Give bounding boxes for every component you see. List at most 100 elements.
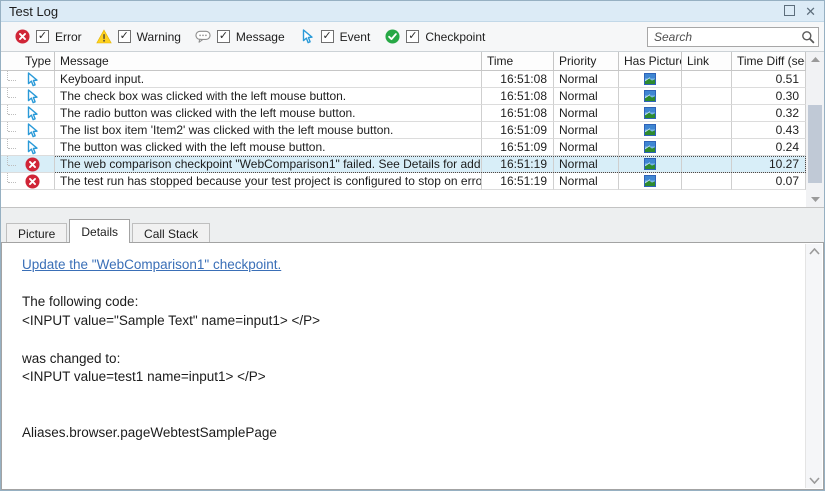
log-type-cell (1, 122, 55, 139)
log-message: The web comparison checkpoint "WebCompar… (55, 156, 482, 173)
log-priority: Normal (554, 105, 619, 122)
log-message: The button was clicked with the left mou… (55, 139, 482, 156)
log-message: The list box item 'Item2' was clicked wi… (55, 122, 482, 139)
has-picture-icon[interactable] (644, 141, 656, 153)
column-header-time-diff-sec-[interactable]: Time Diff (sec) (732, 52, 806, 70)
log-has-picture-cell (619, 71, 682, 88)
log-time: 16:51:19 (482, 156, 554, 173)
column-header-priority[interactable]: Priority (554, 52, 619, 70)
details-blank-line (22, 406, 783, 425)
tree-connector-icon (7, 71, 16, 80)
log-has-picture-cell (619, 156, 682, 173)
log-type-cell (1, 173, 55, 190)
filter-error: Error (14, 29, 82, 45)
details-scrollbar[interactable] (805, 244, 822, 488)
table-row[interactable]: The web comparison checkpoint "WebCompar… (1, 156, 806, 173)
has-picture-icon[interactable] (644, 175, 656, 187)
tree-connector-icon (7, 88, 16, 97)
column-header-has-picture[interactable]: Has Picture (619, 52, 682, 70)
details-scroll-up-icon[interactable] (809, 248, 820, 255)
log-type-cell (1, 156, 55, 173)
details-blank-line (22, 387, 783, 406)
log-time-diff: 0.30 (732, 88, 806, 105)
filter-error-checkbox[interactable] (36, 30, 49, 43)
float-window-icon (784, 5, 795, 16)
checkpoint-icon (384, 29, 400, 45)
log-has-picture-cell (619, 105, 682, 122)
log-has-picture-cell (619, 139, 682, 156)
filter-event-checkbox[interactable] (321, 30, 334, 43)
table-row[interactable]: The button was clicked with the left mou… (1, 139, 806, 156)
column-header-type[interactable]: Type (1, 52, 55, 70)
column-header-time[interactable]: Time (482, 52, 554, 70)
title-bar: Test Log ✕ (1, 1, 824, 22)
filter-message-checkbox[interactable] (217, 30, 230, 43)
tab-details[interactable]: Details (69, 219, 130, 243)
table-row[interactable]: The radio button was clicked with the le… (1, 105, 806, 122)
log-has-picture-cell (619, 88, 682, 105)
tab-picture[interactable]: Picture (6, 223, 67, 242)
tab-callstack[interactable]: Call Stack (132, 223, 210, 242)
search-box (647, 27, 819, 47)
warning-icon (96, 29, 112, 45)
tree-connector-icon (7, 139, 16, 148)
details-panel: Update the "WebComparison1" checkpoint. … (1, 242, 824, 490)
log-rows: Keyboard input. 16:51:08 Normal 0.51 The… (1, 71, 806, 190)
search-input[interactable] (647, 27, 819, 47)
log-message: The test run has stopped because your te… (55, 173, 482, 190)
log-has-picture-cell (619, 173, 682, 190)
event-icon (299, 29, 315, 45)
log-message: The radio button was clicked with the le… (55, 105, 482, 122)
filter-message: Message (195, 29, 285, 45)
table-row[interactable]: Keyboard input. 16:51:08 Normal 0.51 (1, 71, 806, 88)
details-text-line: Aliases.browser.pageWebtestSamplePage (22, 424, 783, 443)
tree-connector-icon (7, 105, 16, 114)
table-row[interactable]: The check box was clicked with the left … (1, 88, 806, 105)
filter-message-label: Message (236, 30, 285, 44)
log-time-diff: 0.07 (732, 173, 806, 190)
scroll-track[interactable] (806, 67, 824, 192)
has-picture-icon[interactable] (644, 73, 656, 85)
grid-empty-area (1, 190, 806, 207)
details-text-line: <INPUT value="Sample Text" name=input1> … (22, 312, 783, 331)
log-table: TypeMessageTimePriorityHas PictureLinkTi… (1, 52, 824, 208)
log-time: 16:51:08 (482, 88, 554, 105)
log-time-diff: 0.24 (732, 139, 806, 156)
search-icon[interactable] (801, 30, 815, 44)
table-row[interactable]: The list box item 'Item2' was clicked wi… (1, 122, 806, 139)
log-message: The check box was clicked with the left … (55, 88, 482, 105)
update-checkpoint-link[interactable]: Update the "WebComparison1" checkpoint. (22, 257, 281, 272)
log-link (682, 88, 732, 105)
details-text-line: <INPUT value=test1 name=input1> </P> (22, 368, 783, 387)
log-type-cell (1, 71, 55, 88)
table-scrollbar[interactable] (806, 52, 824, 207)
log-time: 16:51:09 (482, 139, 554, 156)
error-icon (14, 29, 30, 45)
log-link (682, 139, 732, 156)
detail-tabs: PictureDetailsCall Stack (1, 219, 824, 242)
scroll-up-button[interactable] (806, 52, 824, 67)
log-priority: Normal (554, 139, 619, 156)
filter-warning-checkbox[interactable] (118, 30, 131, 43)
close-button[interactable]: ✕ (805, 5, 816, 18)
table-row[interactable]: The test run has stopped because your te… (1, 173, 806, 190)
event-icon (25, 89, 40, 104)
scroll-up-icon (811, 57, 820, 62)
log-time: 16:51:08 (482, 71, 554, 88)
scroll-down-button[interactable] (806, 192, 824, 207)
has-picture-icon[interactable] (644, 90, 656, 102)
details-lines: The following code:<INPUT value="Sample … (22, 275, 783, 443)
has-picture-icon[interactable] (644, 107, 656, 119)
details-blank-line (22, 275, 783, 294)
filter-checkpoint-checkbox[interactable] (406, 30, 419, 43)
filter-event: Event (299, 29, 371, 45)
column-header-link[interactable]: Link (682, 52, 732, 70)
details-text-line: The following code: (22, 293, 783, 312)
log-time: 16:51:08 (482, 105, 554, 122)
details-scroll-down-icon[interactable] (809, 477, 820, 484)
scroll-thumb[interactable] (808, 105, 822, 183)
has-picture-icon[interactable] (644, 124, 656, 136)
has-picture-icon[interactable] (644, 158, 656, 170)
float-window-button[interactable] (784, 5, 795, 18)
column-header-message[interactable]: Message (55, 52, 482, 70)
